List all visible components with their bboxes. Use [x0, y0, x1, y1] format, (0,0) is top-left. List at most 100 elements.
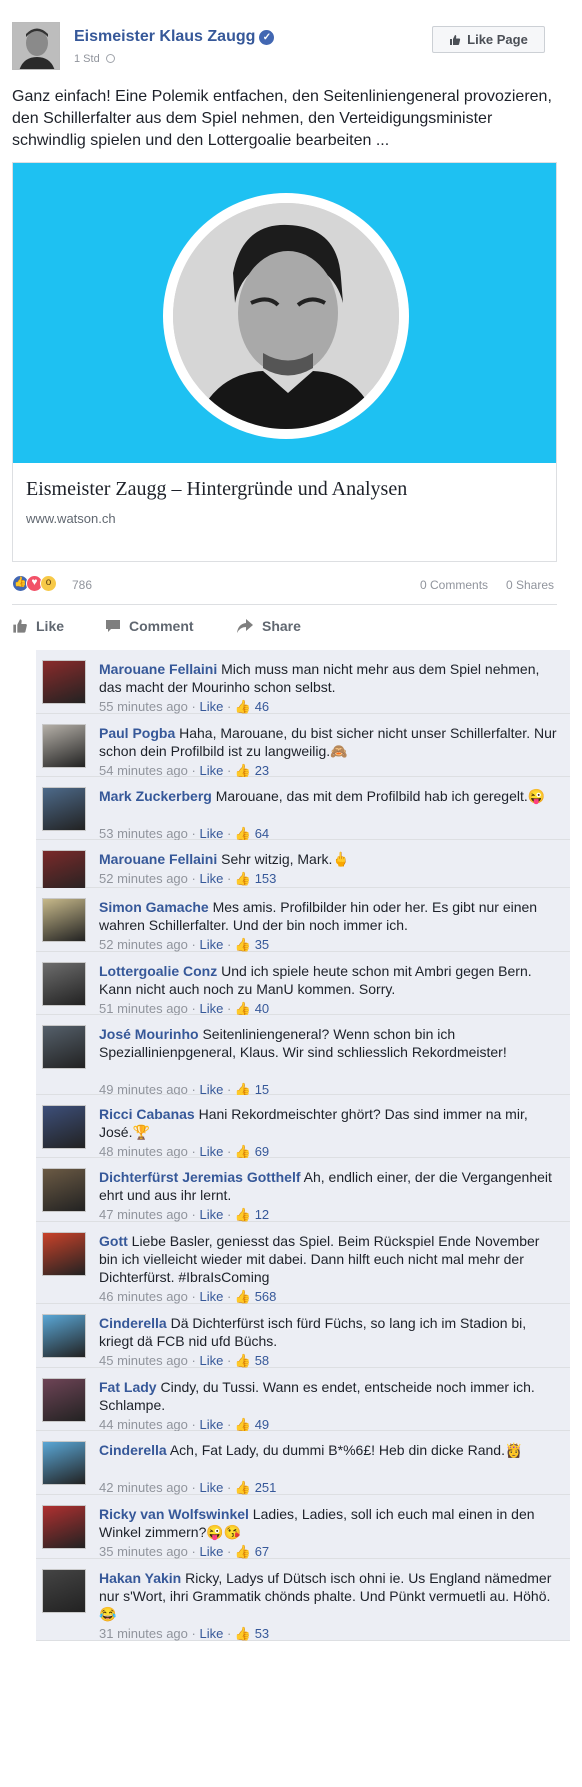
page-name-text[interactable]: Eismeister Klaus Zaugg	[74, 28, 255, 45]
comment-like-button[interactable]: Like	[199, 1480, 223, 1495]
shares-count[interactable]: 0 Shares	[506, 578, 554, 592]
comments-count[interactable]: 0 Comments	[420, 578, 488, 592]
comment-button[interactable]: Comment	[105, 618, 194, 634]
thumbs-up-icon: 👍	[234, 1544, 255, 1559]
comment-timestamp[interactable]: 44 minutes ago	[99, 1417, 188, 1432]
comment-like-count[interactable]: 153	[255, 871, 277, 886]
commenter-avatar[interactable]	[42, 1232, 86, 1276]
comment-like-count[interactable]: 67	[255, 1544, 269, 1559]
comment-timestamp[interactable]: 42 minutes ago	[99, 1480, 188, 1495]
comment-timestamp[interactable]: 47 minutes ago	[99, 1207, 188, 1222]
commenter-avatar[interactable]	[42, 787, 86, 831]
commenter-name[interactable]: Fat Lady	[99, 1379, 157, 1395]
comment-like-count[interactable]: 49	[255, 1417, 269, 1432]
post-header: Eismeister Klaus Zaugg ✓ 1 Std Like Page	[12, 22, 572, 74]
comment-like-button[interactable]: Like	[199, 1289, 223, 1304]
comment-like-count[interactable]: 58	[255, 1353, 269, 1368]
share-arrow-icon	[237, 619, 253, 633]
comment-like-button[interactable]: Like	[199, 826, 223, 841]
comment-like-button[interactable]: Like	[199, 1353, 223, 1368]
commenter-avatar[interactable]	[42, 1505, 86, 1549]
comment-like-button[interactable]: Like	[199, 1144, 223, 1159]
comment-text: Cindy, du Tussi. Wann es endet, entschei…	[99, 1379, 535, 1413]
comment-like-button[interactable]: Like	[199, 699, 223, 714]
like-button[interactable]: Like	[12, 618, 64, 634]
comment-meta: 35 minutes ago · Like · 👍 67	[99, 1544, 270, 1559]
comment-like-button[interactable]: Like	[199, 1207, 223, 1222]
emoji-icon: 🙈	[330, 743, 348, 759]
comment-like-count[interactable]: 23	[255, 763, 269, 778]
commenter-avatar[interactable]	[42, 1105, 86, 1149]
comment-timestamp[interactable]: 46 minutes ago	[99, 1289, 188, 1304]
commenter-avatar[interactable]	[42, 1314, 86, 1358]
comment-meta: 42 minutes ago · Like · 👍 251	[99, 1480, 277, 1495]
comment-like-button[interactable]: Like	[199, 1544, 223, 1559]
commenter-name[interactable]: Ricky van Wolfswinkel	[99, 1506, 249, 1522]
commenter-avatar[interactable]	[42, 1378, 86, 1422]
timestamp-text[interactable]: 1 Std	[74, 53, 100, 65]
commenter-name[interactable]: Cinderella	[99, 1442, 167, 1458]
wow-reaction-icon[interactable]: o	[40, 575, 57, 592]
comment-timestamp[interactable]: 52 minutes ago	[99, 937, 188, 952]
commenter-avatar[interactable]	[42, 898, 86, 942]
comment-timestamp[interactable]: 54 minutes ago	[99, 763, 188, 778]
commenter-name[interactable]: Marouane Fellaini	[99, 661, 217, 677]
commenter-name[interactable]: Simon Gamache	[99, 899, 209, 915]
commenter-name[interactable]: Ricci Cabanas	[99, 1106, 195, 1122]
comment-timestamp[interactable]: 55 minutes ago	[99, 699, 188, 714]
comment-timestamp[interactable]: 45 minutes ago	[99, 1353, 188, 1368]
comment-timestamp[interactable]: 35 minutes ago	[99, 1544, 188, 1559]
commenter-avatar[interactable]	[42, 1025, 86, 1069]
emoji-icon: 😂	[99, 1606, 117, 1622]
share-button[interactable]: Share	[236, 618, 301, 634]
commenter-avatar[interactable]	[42, 1569, 86, 1613]
comment-like-button[interactable]: Like	[199, 1626, 223, 1641]
commenter-name[interactable]: Gott	[99, 1233, 128, 1249]
comment-like-button[interactable]: Like	[199, 1417, 223, 1432]
comment-body: Cinderella Dä Dichterfürst isch fürd Füc…	[99, 1314, 561, 1350]
commenter-avatar[interactable]	[42, 660, 86, 704]
comment-like-count[interactable]: 53	[255, 1626, 269, 1641]
comment-timestamp[interactable]: 51 minutes ago	[99, 1001, 188, 1016]
page-name[interactable]: Eismeister Klaus Zaugg ✓	[74, 28, 275, 46]
commenter-avatar[interactable]	[42, 1168, 86, 1212]
reaction-count[interactable]: 786	[72, 578, 92, 592]
comment-body: Lottergoalie Conz Und ich spiele heute s…	[99, 962, 561, 998]
link-title[interactable]: Eismeister Zaugg – Hintergründe und Anal…	[26, 478, 407, 501]
commenter-name[interactable]: Lottergoalie Conz	[99, 963, 217, 979]
page-avatar[interactable]	[12, 22, 60, 70]
commenter-avatar[interactable]	[42, 724, 86, 768]
comment-like-button[interactable]: Like	[199, 1001, 223, 1016]
comment-like-button[interactable]: Like	[199, 763, 223, 778]
comment-like-count[interactable]: 35	[255, 937, 269, 952]
comment-like-count[interactable]: 568	[255, 1289, 277, 1304]
like-page-button[interactable]: Like Page	[432, 26, 545, 53]
comment-like-count[interactable]: 12	[255, 1207, 269, 1222]
comment-meta: 46 minutes ago · Like · 👍 568	[99, 1289, 277, 1304]
commenter-name[interactable]: Dichterfürst Jeremias Gotthelf	[99, 1169, 301, 1185]
comment-like-count[interactable]: 40	[255, 1001, 269, 1016]
comment-timestamp[interactable]: 52 minutes ago	[99, 871, 188, 886]
comment-like-count[interactable]: 46	[255, 699, 269, 714]
comment-like-count[interactable]: 69	[255, 1144, 269, 1159]
comment-like-button[interactable]: Like	[199, 937, 223, 952]
comment-timestamp[interactable]: 48 minutes ago	[99, 1144, 188, 1159]
comment-like-count[interactable]: 251	[255, 1480, 277, 1495]
link-preview-card[interactable]: Eismeister Zaugg – Hintergründe und Anal…	[12, 162, 557, 562]
commenter-avatar[interactable]	[42, 962, 86, 1006]
commenter-name[interactable]: Paul Pogba	[99, 725, 175, 741]
comment-like-button[interactable]: Like	[199, 871, 223, 886]
commenter-name[interactable]: Mark Zuckerberg	[99, 788, 212, 804]
comment-like-count[interactable]: 64	[255, 826, 269, 841]
thumbs-up-icon: 👍	[234, 1626, 255, 1641]
comment-timestamp[interactable]: 53 minutes ago	[99, 826, 188, 841]
link-preview-image[interactable]	[13, 163, 556, 463]
commenter-name[interactable]: José Mourinho	[99, 1026, 199, 1042]
post-timestamp[interactable]: 1 Std	[74, 53, 115, 65]
globe-icon	[105, 54, 115, 63]
commenter-name[interactable]: Cinderella	[99, 1315, 167, 1331]
comment-timestamp[interactable]: 31 minutes ago	[99, 1626, 188, 1641]
commenter-name[interactable]: Hakan Yakin	[99, 1570, 181, 1586]
commenter-avatar[interactable]	[42, 1441, 86, 1485]
commenter-name[interactable]: Marouane Fellaini	[99, 851, 217, 867]
